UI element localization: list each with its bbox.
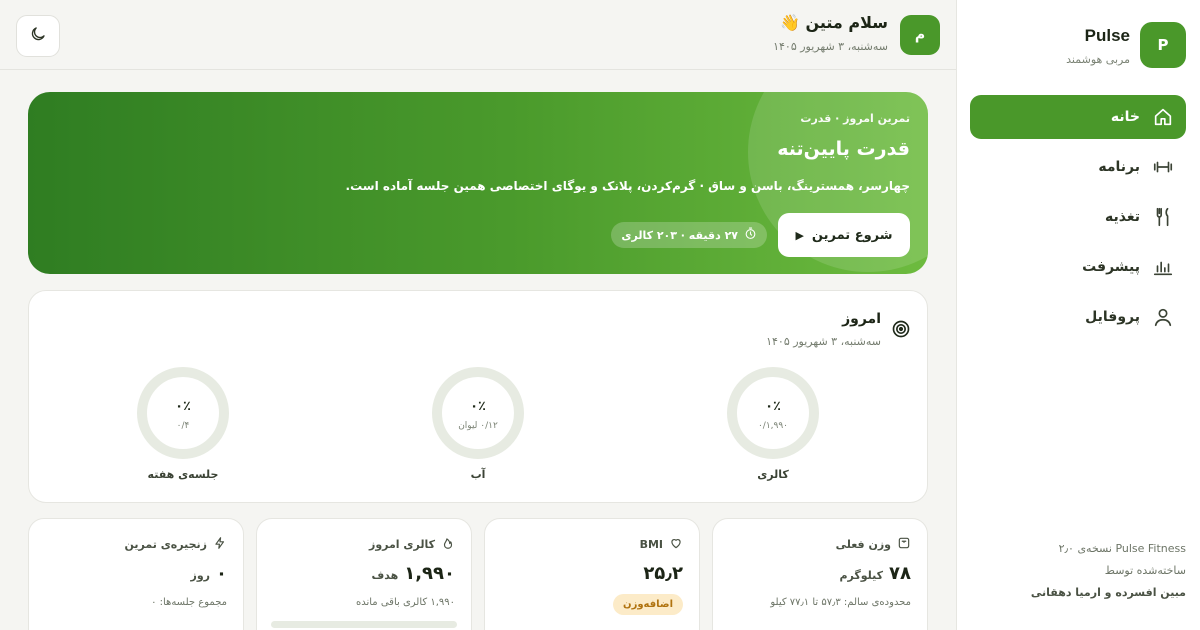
card-header: وزن فعلی (836, 536, 911, 553)
workout-meta: ۲۷ دقیقه · ۲۰۳ کالری (621, 228, 738, 242)
sidebar-item-label: پروفایل (1085, 309, 1140, 325)
brand-name: Pulse (1084, 26, 1130, 45)
heart-icon (669, 536, 683, 553)
home-icon (1152, 106, 1174, 128)
card-header: کالری امروز (369, 536, 455, 553)
target-icon (891, 319, 911, 339)
user-icon (1152, 306, 1174, 328)
scale-icon (897, 536, 911, 553)
workout-meta-pill: ۲۷ دقیقه · ۲۰۳ کالری (611, 222, 767, 248)
weekly-sessions-ring: ۰٪ ۰/۴ جلسه‌ی هفته (123, 367, 243, 481)
card-header: BMI (640, 536, 683, 553)
water-ring: ۰٪ ۰/۱۲ لیوان آب (418, 367, 538, 481)
made-by-label: ساخته‌شده توسط (1104, 564, 1186, 577)
progress-ring: ۰٪ ۰/۱۲ لیوان (432, 367, 524, 459)
brand-subtitle: مربی هوشمند (1066, 53, 1130, 66)
sidebar-item-label: خانه (1110, 109, 1140, 125)
ring-subtitle: ۰/۱,۹۹۰ (757, 421, 789, 431)
today-title: امروز (842, 311, 881, 327)
bmi-card[interactable]: BMI ۲۵٫۲ اضافه‌وزن (484, 518, 700, 630)
sidebar-item-label: پیشرفت (1082, 259, 1140, 275)
app-version: Pulse Fitness نسخه‌ی ۲٫۰ (1058, 542, 1186, 555)
card-title: BMI (639, 538, 663, 551)
ring-percent: ۰٪ (470, 399, 486, 414)
card-value: ۷۸ کیلوگرم (839, 563, 911, 584)
card-value: ۰ روز (190, 563, 227, 584)
brand-logo: P (1140, 22, 1186, 68)
sidebar-item-profile[interactable]: پروفایل (970, 295, 1186, 339)
flame-icon (441, 536, 455, 553)
sidebar: P Pulse مربی هوشمند خانه برنامه تغذیه پی… (956, 0, 1200, 630)
calorie-goal-value: ۱,۹۹۰ (404, 563, 455, 584)
calories-ring: ۰٪ ۰/۱,۹۹۰ کالری (713, 367, 833, 481)
timer-icon (744, 227, 757, 243)
card-value: ۲۵٫۲ (643, 563, 683, 584)
streak-value: ۰ (216, 563, 227, 584)
sidebar-item-label: تغذیه (1105, 209, 1140, 225)
card-title: کالری امروز (368, 538, 435, 551)
sidebar-item-label: برنامه (1098, 159, 1140, 175)
card-title: وزن فعلی (835, 538, 891, 551)
streak-card[interactable]: زنجیره‌ی تمرین ۰ روز مجموع جلسه‌ها: ۰ (28, 518, 244, 630)
sidebar-item-home[interactable]: خانه (970, 95, 1186, 139)
ring-label: کالری (757, 468, 789, 481)
workout-description: چهارسر، همسترینگ، باسن و ساق · گرم‌کردن،… (345, 179, 910, 193)
bar-chart-icon (1152, 256, 1174, 278)
bmi-value: ۲۵٫۲ (643, 563, 683, 584)
calorie-goal-unit: هدف (371, 569, 399, 582)
progress-ring: ۰٪ ۰/۴ (137, 367, 229, 459)
today-date: سه‌شنبه، ۳ شهریور ۱۴۰۵ (766, 335, 881, 348)
sidebar-nav: خانه برنامه تغذیه پیشرفت پروفایل (970, 95, 1186, 345)
weight-unit: کیلوگرم (839, 569, 884, 582)
today-summary-card: امروز سه‌شنبه، ۳ شهریور ۱۴۰۵ ۰٪ ۰/۱,۹۹۰ … (28, 290, 928, 503)
todays-workout-banner: تمرین امروز · قدرت قدرت پایین‌تنه چهارسر… (28, 92, 928, 274)
sidebar-item-program[interactable]: برنامه (970, 145, 1186, 189)
brand: P Pulse مربی هوشمند (971, 22, 1186, 70)
calories-remaining-note: ۱,۹۹۰ کالری باقی مانده (355, 597, 455, 608)
moon-icon (29, 25, 47, 47)
authors: مبین افسرده و ارمیا دهقانی (1030, 586, 1186, 599)
top-header: م سلام متین 👋 سه‌شنبه، ۳ شهریور ۱۴۰۵ (0, 0, 956, 70)
card-header: زنجیره‌ی تمرین (124, 536, 227, 553)
sidebar-item-nutrition[interactable]: تغذیه (970, 195, 1186, 239)
play-icon: ▶ (795, 228, 804, 242)
ring-label: آب (470, 468, 486, 481)
sidebar-item-progress[interactable]: پیشرفت (970, 245, 1186, 289)
workout-title: قدرت پایین‌تنه (777, 138, 910, 160)
workout-kicker: تمرین امروز · قدرت (800, 112, 910, 125)
progress-ring: ۰٪ ۰/۱,۹۹۰ (727, 367, 819, 459)
sidebar-footer: Pulse Fitness نسخه‌ی ۲٫۰ ساخته‌شده توسط … (969, 538, 1186, 604)
ring-label: جلسه‌ی هفته (147, 468, 219, 481)
weight-value: ۷۸ (889, 563, 911, 584)
greeting: سلام متین 👋 (779, 13, 888, 32)
header-date: سه‌شنبه، ۳ شهریور ۱۴۰۵ (773, 40, 888, 53)
streak-unit: روز (190, 569, 210, 582)
card-title: زنجیره‌ی تمرین (124, 538, 207, 551)
calories-card[interactable]: کالری امروز ۱,۹۹۰ هدف ۱,۹۹۰ کالری باقی م… (256, 518, 472, 630)
dumbbell-icon (1152, 156, 1174, 178)
bolt-icon (213, 536, 227, 553)
bmi-status-badge: اضافه‌وزن (613, 594, 683, 615)
healthy-range-note: محدوده‌ی سالم: ۵۷٫۳ تا ۷۷٫۱ کیلو (770, 597, 911, 608)
ring-subtitle: ۰/۴ (176, 421, 190, 431)
user-avatar[interactable]: م (900, 15, 940, 55)
calorie-progress-bar (271, 621, 457, 628)
start-workout-label: شروع تمرین (811, 227, 893, 243)
theme-toggle-button[interactable] (16, 15, 60, 57)
card-value: ۱,۹۹۰ هدف (371, 563, 455, 584)
ring-percent: ۰٪ (765, 399, 781, 414)
fork-knife-icon (1152, 206, 1174, 228)
ring-subtitle: ۰/۱۲ لیوان (458, 421, 498, 431)
total-sessions-note: مجموع جلسه‌ها: ۰ (151, 597, 227, 608)
weight-card[interactable]: وزن فعلی ۷۸ کیلوگرم محدوده‌ی سالم: ۵۷٫۳ … (712, 518, 928, 630)
ring-percent: ۰٪ (175, 399, 191, 414)
start-workout-button[interactable]: شروع تمرین ▶ (778, 213, 910, 257)
